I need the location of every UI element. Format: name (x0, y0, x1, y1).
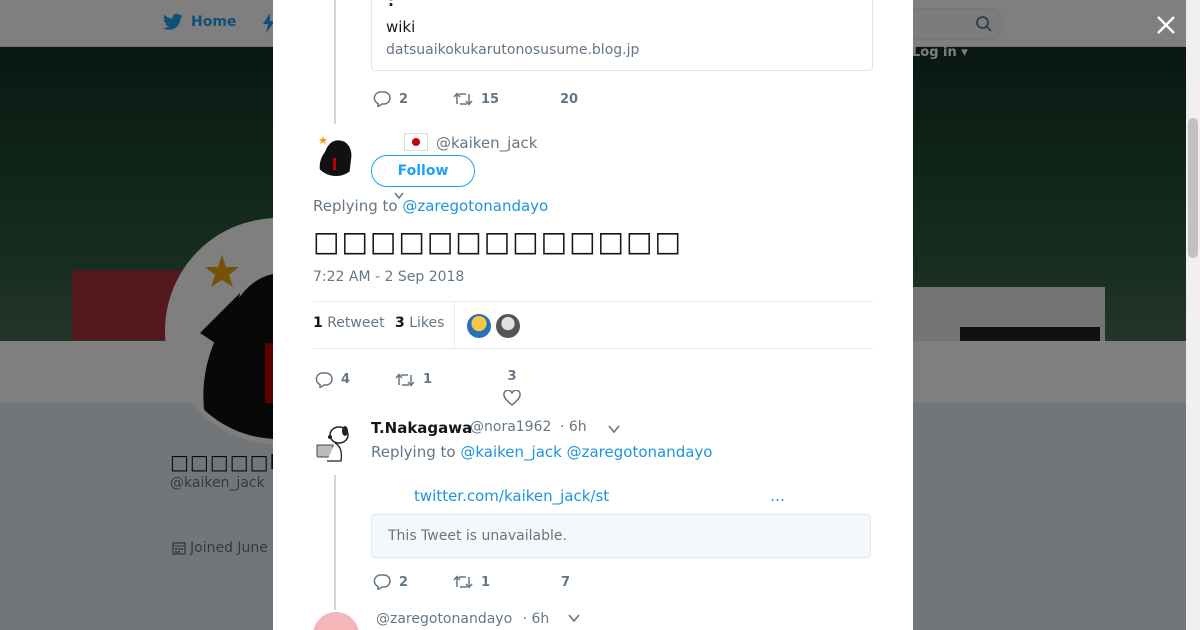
replying-to: Replying to @zaregotonandayo (313, 197, 548, 215)
reply-replying-to: Replying to @kaiken_jack @zaregotonanday… (371, 443, 712, 461)
retweet-stat[interactable]: 1 Retweet (313, 315, 385, 331)
heart-icon (503, 390, 521, 406)
tweet-stats: 1 Retweet 3 Likes (313, 301, 873, 349)
like-count: 3 (507, 369, 517, 384)
retweet-icon (395, 372, 415, 387)
card-domain: datsuaikokukarutonosusume.blog.jp (386, 42, 640, 58)
retweet-count: 1 (481, 574, 491, 590)
reply-time[interactable]: · 6h (560, 419, 587, 435)
retweet-count: 15 (481, 91, 500, 107)
tweet-link-ellipsis: … (770, 487, 785, 505)
reply-count: 2 (399, 574, 409, 590)
prev-tweet-actions: 2 15 20 (373, 91, 578, 107)
replying-to-link[interactable]: @kaiken_jack (460, 443, 561, 461)
thread-line (334, 0, 336, 124)
stats-divider (454, 302, 455, 348)
reply-button[interactable]: 2 (373, 91, 453, 107)
card-title: wiki (386, 18, 416, 36)
chevron-down-icon[interactable] (568, 613, 580, 623)
card-colon: : (388, 0, 394, 10)
like-count: 20 (560, 91, 579, 107)
chevron-down-icon[interactable] (608, 424, 620, 434)
like-count: 7 (561, 574, 571, 590)
close-icon[interactable] (1152, 11, 1180, 39)
tweet-modal: : wiki datsuaikokukarutonosusume.blog.jp… (273, 0, 913, 630)
reply-button[interactable]: 4 (315, 371, 395, 388)
replying-to-link[interactable]: @zaregotonandayo (402, 197, 548, 215)
like-button[interactable]: 7 (561, 575, 570, 590)
last-author-handle[interactable]: @zaregotonandayo · 6h (376, 611, 580, 627)
main-tweet-actions: 4 1 3 (315, 361, 521, 406)
snoopy-avatar-illustration (313, 421, 359, 467)
retweet-count: 1 (423, 372, 433, 387)
retweet-button[interactable]: 15 (453, 91, 560, 107)
retweet-button[interactable]: 1 (395, 372, 503, 388)
reply-author-handle[interactable]: @nora1962 (470, 419, 551, 435)
likes-stat[interactable]: 3 Likes (395, 315, 444, 331)
retweet-button[interactable]: 1 (453, 574, 561, 590)
likes-stat-count: 3 (395, 315, 405, 331)
liker-avatar[interactable] (496, 314, 520, 338)
retweet-stat-count: 1 (313, 315, 323, 331)
retweet-icon (453, 92, 473, 106)
link-card[interactable]: : wiki datsuaikokukarutonosusume.blog.jp (371, 0, 873, 71)
thread-line (334, 475, 336, 610)
retweet-icon (453, 575, 473, 589)
reply-icon (373, 574, 391, 590)
author-avatar[interactable] (313, 130, 359, 176)
reply-count: 4 (341, 372, 351, 387)
tweet-timestamp[interactable]: 7:22 AM - 2 Sep 2018 (313, 269, 464, 285)
like-button[interactable]: 20 (560, 92, 578, 107)
scrollbar-thumb[interactable] (1188, 118, 1198, 258)
reply-button[interactable]: 2 (373, 574, 453, 590)
reply-tweet-actions: 2 1 7 (373, 574, 570, 590)
follow-button[interactable]: Follow (371, 155, 475, 187)
last-author-avatar[interactable] (313, 612, 359, 630)
reply-author-avatar[interactable] (313, 421, 359, 467)
reply-icon (315, 371, 333, 388)
reply-count: 2 (399, 91, 409, 107)
reply-icon (373, 91, 391, 107)
like-button[interactable]: 3 (503, 369, 521, 406)
author-handle[interactable]: @kaiken_jack (436, 134, 537, 152)
last-time: · 6h (522, 611, 550, 627)
scrollbar[interactable] (1186, 0, 1200, 630)
tweet-link[interactable]: twitter.com/kaiken_jack/st (414, 487, 609, 505)
likes-stat-label: Likes (409, 315, 445, 331)
reply-author-name[interactable]: T.Nakagawa (371, 419, 472, 437)
liker-avatar[interactable] (467, 314, 491, 338)
author-avatar-illustration (313, 130, 359, 176)
last-handle: @zaregotonandayo (376, 611, 513, 627)
japan-flag-icon (404, 133, 428, 151)
retweet-stat-label: Retweet (327, 315, 385, 331)
replying-prefix: Replying to (371, 443, 456, 461)
replying-to-link[interactable]: @zaregotonandayo (567, 443, 713, 461)
tweet-text: □□□□□□□□□□□□□ (313, 225, 683, 258)
unavailable-tweet-notice: This Tweet is unavailable. (371, 514, 871, 558)
replying-prefix: Replying to (313, 197, 398, 215)
